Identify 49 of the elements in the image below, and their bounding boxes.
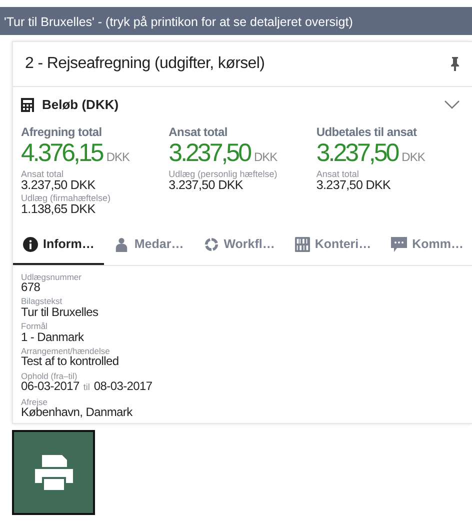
detail-label: Udlæg (firmahæftelse): [21, 194, 112, 204]
tab[interactable]: Medar…: [104, 227, 194, 265]
tab[interactable]: Konteri…: [284, 227, 382, 265]
amount-label: Ansat total: [168, 124, 228, 140]
print-button[interactable]: [12, 430, 95, 516]
amount-value: 3.237,50: [316, 140, 398, 166]
field-label: Udlægsnummer: [21, 272, 82, 282]
field-label: Afrejse: [21, 398, 48, 406]
field-value: København, Danmark: [21, 406, 134, 420]
circle-arrows-icon: [204, 236, 219, 252]
currency-label: DKK: [402, 148, 425, 166]
binary-icon: [294, 236, 310, 252]
tab[interactable]: Workfl…: [194, 227, 285, 265]
field-value: Test af to kontrolled: [21, 355, 120, 368]
field-label: Bilagstekst: [21, 297, 64, 306]
section-title: Beløb (DKK): [42, 96, 119, 114]
card-title: 2 - Rejseafregning (udgifter, kørsel): [25, 54, 265, 74]
amount-label: Udbetales til ansat: [316, 124, 418, 140]
printer-icon: [34, 452, 74, 493]
header-bar: 'Tur til Bruxelles' - (tryk på printikon for at se detaljeret oversigt): [0, 7, 472, 35]
field-value: 1 - Danmark: [21, 330, 85, 344]
amount-value: 4.376,15: [21, 140, 102, 166]
chevron-down-icon[interactable]: [444, 100, 460, 110]
amount-label: Afregning total: [21, 124, 103, 140]
currency-label: DKK: [254, 148, 278, 166]
detail-value: 3.237,50 DKK: [316, 178, 392, 192]
date-value: 08-03-2017: [94, 380, 152, 394]
field-value: Tur til Bruxelles: [21, 306, 100, 320]
range-separator: til: [83, 381, 90, 394]
detail-value: 1.138,65 DKK: [21, 203, 96, 217]
detail-label: Ansat total: [316, 170, 360, 178]
detail-value: 3.237,50 DKK: [21, 178, 96, 192]
person-icon: [114, 236, 130, 252]
info-icon: [23, 236, 38, 252]
field-value: 678: [21, 281, 40, 294]
pin-icon[interactable]: [450, 57, 460, 71]
date-value: 06-03-2017: [21, 380, 80, 394]
currency-label: DKK: [106, 148, 130, 166]
calculator-icon: [21, 98, 34, 112]
tab[interactable]: Inform…: [13, 227, 104, 265]
speech-bubble-icon: [391, 236, 408, 252]
field-label: Formål: [21, 322, 48, 331]
tab[interactable]: Komm…: [381, 227, 472, 265]
field-label: Arrangement/hændelse: [21, 346, 111, 356]
detail-label: Ansat total: [21, 170, 65, 178]
amount-value: 3.237,50: [168, 140, 250, 166]
field-label: Ophold (fra–til): [21, 372, 78, 380]
detail-value: 3.237,50 DKK: [168, 178, 243, 192]
detail-label: Udlæg (personlig hæftelse): [168, 170, 278, 178]
